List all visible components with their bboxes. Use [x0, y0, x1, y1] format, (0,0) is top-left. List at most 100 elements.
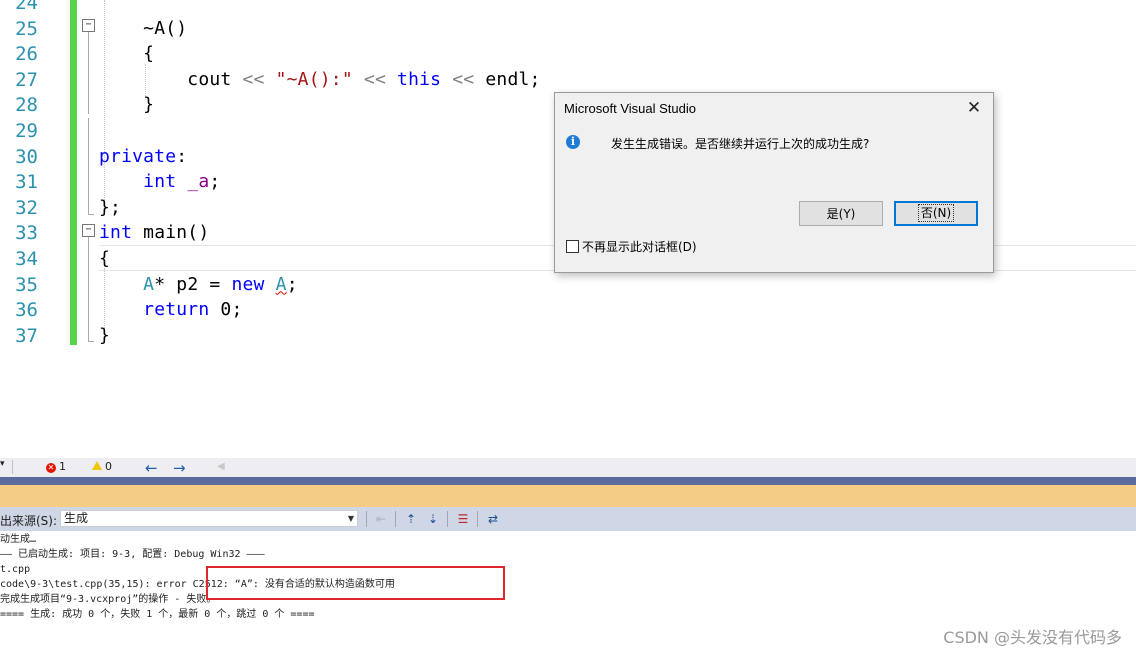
code-text: int main(): [99, 220, 209, 246]
code-text: cout << "~A():" << this << endl;: [99, 67, 541, 93]
code-text: int _a;: [99, 169, 220, 195]
code-token: new: [231, 273, 265, 295]
output-source-value: 生成: [64, 511, 89, 525]
go-to-previous-message-icon[interactable]: ⇡: [403, 511, 419, 527]
info-icon: i: [566, 135, 580, 149]
code-text: ~A(): [99, 16, 187, 42]
code-text: return 0;: [99, 297, 243, 323]
find-message-icon[interactable]: ⇤: [373, 511, 389, 527]
code-token: ~A(): [143, 17, 188, 39]
line-number: 24: [15, 0, 38, 14]
code-line[interactable]: 27 cout << "~A():" << this << endl;: [0, 67, 1136, 93]
line-number: 33: [15, 222, 38, 245]
line-number: 28: [15, 94, 38, 117]
warning-count[interactable]: 0: [92, 460, 112, 473]
code-line[interactable]: 26 {: [0, 41, 1136, 67]
code-text: };: [99, 195, 121, 221]
code-text: {: [99, 41, 154, 67]
code-token: <<: [363, 68, 386, 90]
code-line[interactable]: 24: [0, 0, 1136, 16]
code-token: int: [99, 222, 133, 244]
code-text: private:: [99, 144, 187, 170]
separator: [366, 511, 367, 527]
code-text: {: [99, 246, 110, 272]
code-line[interactable]: 35 A* p2 = new A;: [0, 272, 1136, 298]
output-source-select[interactable]: 生成 ▼: [60, 510, 358, 527]
line-number: 35: [15, 273, 38, 296]
separator: [12, 460, 13, 474]
dropdown-arrow-icon[interactable]: ▾: [0, 459, 5, 469]
output-line: 完成生成项目“9-3.vcxproj”的操作 - 失败。: [0, 594, 217, 605]
output-toolbar: 出来源(S): 生成 ▼ ⇤ ⇡ ⇣ ☰ ⇄: [0, 507, 1136, 531]
dont-show-again-checkbox[interactable]: [566, 240, 579, 253]
error-highlight-box: [206, 566, 505, 600]
code-token: "~A():": [275, 68, 353, 90]
dont-show-again-label: 不再显示此对话框(D): [582, 240, 697, 254]
dialog-message: 发生生成错误。是否继续并运行上次的成功生成?: [611, 137, 870, 151]
code-line[interactable]: 25 ~A(): [0, 16, 1136, 42]
code-token: cout: [99, 68, 243, 90]
code-token: }: [99, 324, 111, 346]
code-token: this: [397, 68, 442, 90]
scroll-left-icon[interactable]: ◀: [217, 461, 225, 472]
clear-all-icon[interactable]: ☰: [455, 511, 471, 527]
dialog-body: i 发生生成错误。是否继续并运行上次的成功生成? 是(Y) 否(N) 不再显示此…: [555, 126, 993, 272]
dialog-title: Microsoft Visual Studio: [564, 101, 696, 116]
line-number: 31: [15, 171, 38, 194]
line-number: 27: [15, 68, 38, 91]
error-icon: ✕: [46, 463, 56, 473]
go-to-next-message-icon[interactable]: ⇣: [425, 511, 441, 527]
watermark: CSDN @头发没有代码多: [943, 628, 1122, 647]
output-line: —— 已启动生成: 项目: 9-3, 配置: Debug Win32 ———: [0, 549, 265, 560]
dont-show-again-row[interactable]: 不再显示此对话框(D): [566, 238, 697, 255]
output-source-label: 出来源(S):: [0, 514, 58, 528]
code-token: ;: [209, 171, 221, 193]
code-text: }: [99, 323, 110, 349]
no-button-label: 否(N): [917, 204, 955, 222]
line-number: 36: [15, 299, 38, 322]
line-number: 37: [15, 324, 38, 347]
output-line: t.cpp: [0, 564, 31, 575]
code-token: {: [99, 248, 111, 269]
output-line: 动生成…: [0, 534, 37, 545]
toggle-word-wrap-icon[interactable]: ⇄: [485, 511, 501, 527]
code-token: <<: [242, 68, 265, 90]
error-count-value: 1: [59, 460, 66, 473]
code-token: _a: [187, 171, 210, 193]
line-number: 34: [15, 248, 38, 270]
no-button[interactable]: 否(N): [894, 201, 978, 226]
code-text: }: [99, 92, 154, 118]
code-token: A: [275, 273, 287, 295]
code-line[interactable]: 36 return 0;: [0, 297, 1136, 323]
build-error-dialog: Microsoft Visual Studio ✕ i 发生生成错误。是否继续并…: [554, 92, 994, 273]
separator: [477, 511, 478, 527]
error-count[interactable]: ✕ 1: [46, 460, 66, 473]
code-token: A: [143, 273, 155, 295]
separator: [447, 511, 448, 527]
yes-button[interactable]: 是(Y): [799, 201, 883, 226]
panel-header-strip: [0, 485, 1136, 507]
code-token: }: [99, 94, 155, 116]
close-icon[interactable]: ✕: [963, 97, 985, 119]
line-number: 26: [15, 43, 38, 66]
code-token: main(): [132, 222, 210, 244]
output-line: ==== 生成: 成功 0 个，失败 1 个，最新 0 个，跳过 0 个 ===…: [0, 609, 315, 620]
code-token: <<: [452, 68, 475, 90]
chevron-down-icon: ▼: [347, 514, 354, 523]
navigate-forward-icon[interactable]: →: [173, 459, 186, 477]
panel-divider: [0, 477, 1136, 485]
code-line[interactable]: 37}: [0, 323, 1136, 349]
line-number: 29: [15, 120, 38, 142]
code-token: return: [143, 299, 210, 321]
warning-count-value: 0: [105, 460, 112, 473]
navigate-back-icon[interactable]: ←: [145, 459, 158, 477]
code-token: private: [99, 145, 177, 167]
